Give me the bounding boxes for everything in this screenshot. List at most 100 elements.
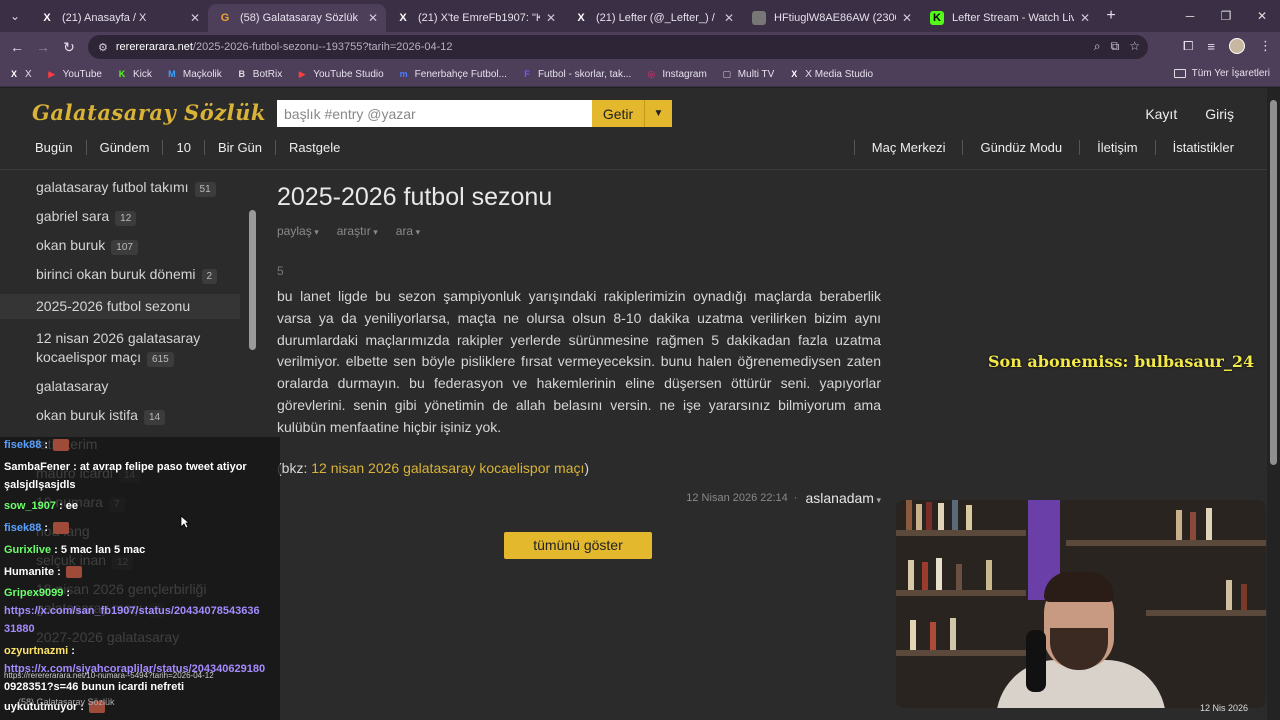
sidebar-topic-item[interactable]: galatasaray futbol takımı 51 xyxy=(0,178,240,197)
close-icon[interactable]: ✕ xyxy=(190,11,200,25)
back-button[interactable]: ← xyxy=(4,34,30,60)
sidebar-topic-item[interactable]: 12 nisan 2026 galatasaray kocaelispor ma… xyxy=(0,329,240,367)
bookmark-item[interactable]: m Fenerbahçe Futbol... xyxy=(398,68,507,80)
entry-text: bu lanet ligde bu sezon şampiyonluk yarı… xyxy=(277,288,881,435)
site-info-icon[interactable]: ⚙ xyxy=(98,41,108,54)
sidebar-scrollbar[interactable] xyxy=(249,210,256,350)
chat-username[interactable]: Humanite xyxy=(4,566,54,578)
close-icon[interactable]: ✕ xyxy=(902,11,912,25)
secondary-nav-link[interactable]: Maç Merkezi xyxy=(853,140,963,155)
entry-number[interactable]: 5 xyxy=(277,264,881,278)
bookmark-favicon-icon: K xyxy=(118,69,126,79)
sidebar-topic-item[interactable]: 2025-2026 futbol sezonu xyxy=(0,294,240,319)
main-nav-link[interactable]: Rastgele xyxy=(276,140,353,155)
browser-tab[interactable]: X (21) X'te EmreFb1907: "Karma'y ✕ xyxy=(386,4,564,32)
more-menu-icon[interactable]: ⋮ xyxy=(1259,38,1272,54)
sidebar-topic-item[interactable]: okan buruk 107 xyxy=(0,236,240,255)
sidebar-topic-item[interactable]: gabriel sara 12 xyxy=(0,207,240,226)
search-options-dropdown[interactable]: ▼ xyxy=(644,100,672,127)
bkz-prefix: (bkz: xyxy=(277,459,312,476)
bookmark-item[interactable]: ▶ YouTube xyxy=(46,68,102,80)
minimize-icon[interactable]: ─ xyxy=(1172,0,1208,32)
profile-avatar[interactable] xyxy=(1229,38,1245,54)
chat-username[interactable]: fisek88 xyxy=(4,522,41,534)
chat-username[interactable]: sow_1907 xyxy=(4,500,56,512)
chat-username[interactable]: ozyurtnazmi xyxy=(4,645,68,657)
book xyxy=(950,618,956,650)
galatasaray-sozluk-favicon-icon: G xyxy=(220,12,230,24)
close-icon[interactable]: ✕ xyxy=(724,11,734,25)
chat-username[interactable]: SambaFener xyxy=(4,461,70,473)
chat-username[interactable]: fisek88 xyxy=(4,439,41,451)
topic-title[interactable]: 2025-2026 futbol sezonu xyxy=(277,183,881,212)
bookmark-item[interactable]: F Futbol - skorlar, tak... xyxy=(521,68,631,80)
search-button[interactable]: Getir xyxy=(592,100,644,127)
browser-tab[interactable]: X (21) Anasayfa / X ✕ xyxy=(30,4,208,32)
bookmark-item[interactable]: B BotRix xyxy=(236,68,283,80)
close-icon[interactable]: ✕ xyxy=(368,11,378,25)
share-dropdown[interactable]: paylaş xyxy=(277,224,319,238)
book xyxy=(1226,580,1232,610)
secondary-nav: Maç Merkezi Gündüz Modu İletişim İstatistik… xyxy=(853,140,1246,155)
browser-tab-active[interactable]: G (58) Galatasaray Sözlük ✕ xyxy=(208,4,386,32)
restore-icon[interactable]: ❐ xyxy=(1208,0,1244,32)
bookmark-item[interactable]: ◎ Instagram xyxy=(645,68,706,80)
main-nav-link[interactable]: Bugün xyxy=(22,140,87,155)
search-in-topic-dropdown[interactable]: ara xyxy=(396,224,420,238)
install-app-icon[interactable]: ⧉ xyxy=(1111,39,1120,54)
browser-tab[interactable]: X (21) Lefter (@_Lefter_) / X ✕ xyxy=(564,4,742,32)
chat-username[interactable]: Gripex9099 xyxy=(4,587,63,599)
all-bookmarks-button[interactable]: Tüm Yer İşaretleri xyxy=(1173,68,1270,79)
secondary-nav-link[interactable]: Gündüz Modu xyxy=(962,140,1079,155)
bookmark-item[interactable]: ▶ YouTube Studio xyxy=(296,68,384,80)
reload-button[interactable]: ↻ xyxy=(56,34,82,60)
chat-username[interactable]: Gurixlive xyxy=(4,544,51,556)
browser-tab[interactable]: HFtiuglW8AE86AW (2300×1800 ✕ xyxy=(742,4,920,32)
search-input[interactable] xyxy=(277,100,592,127)
secondary-nav-link[interactable]: İstatistikler xyxy=(1154,140,1246,155)
site-logo[interactable]: Galatasaray Sözlük xyxy=(32,100,266,125)
bookmark-favicon-icon: m xyxy=(399,69,408,79)
bookmark-item[interactable]: X X Media Studio xyxy=(788,68,873,80)
book xyxy=(926,502,932,530)
main-nav-link[interactable]: Bir Gün xyxy=(205,140,277,155)
entry-author[interactable]: aslanadam xyxy=(805,490,881,506)
bookmark-star-icon[interactable]: ☆ xyxy=(1129,39,1140,54)
close-window-icon[interactable]: ✕ xyxy=(1244,0,1280,32)
chat-link[interactable]: 31880 xyxy=(4,623,35,635)
show-all-button[interactable]: tümünü göster xyxy=(504,531,652,559)
chat-message: sow_1907 : ee xyxy=(4,500,78,512)
zoom-icon[interactable]: ⌕ xyxy=(1094,39,1101,54)
bookmark-label: Fenerbahçe Futbol... xyxy=(414,68,507,80)
sidebar-topic-item[interactable]: okan buruk istifa 14 xyxy=(0,406,240,425)
close-icon[interactable]: ✕ xyxy=(1080,11,1090,25)
entry-date[interactable]: 12 Nisan 2026 22:14 xyxy=(686,492,788,504)
bookmark-item[interactable]: M Maçkolik xyxy=(166,68,222,80)
sidebar-topic-item[interactable]: birinci okan buruk dönemi 2 xyxy=(0,265,240,284)
chat-text: 5 mac lan 5 mac xyxy=(60,544,146,556)
close-icon[interactable]: ✕ xyxy=(546,11,556,25)
new-tab-button[interactable]: + xyxy=(1098,7,1124,25)
register-link[interactable]: Kayıt xyxy=(1145,106,1177,122)
extensions-icon[interactable]: ⧠ xyxy=(1183,38,1193,54)
media-control-icon[interactable]: ≡ xyxy=(1207,39,1215,54)
bookmark-item[interactable]: ▢ Multi TV xyxy=(721,68,775,80)
bkz-link[interactable]: 12 nisan 2026 galatasaray kocaelispor ma… xyxy=(311,460,584,476)
chat-link[interactable]: https://x.com/san_fb1907/status/20434078… xyxy=(4,605,260,617)
tab-search-icon[interactable]: ⌄ xyxy=(0,0,30,32)
bookshelf-board xyxy=(896,530,1026,536)
research-dropdown[interactable]: araştır xyxy=(337,224,378,238)
main-nav-link[interactable]: Gündem xyxy=(87,140,164,155)
bookmark-item[interactable]: K Kick xyxy=(116,68,152,80)
page-scrollbar-thumb[interactable] xyxy=(1270,100,1277,465)
browser-tabbar: ⌄ X (21) Anasayfa / X ✕ G (58) Galatasar… xyxy=(0,0,1280,32)
address-bar[interactable]: ⚙ rerererarara.net/2025-2026-futbol-sezo… xyxy=(88,35,1148,59)
main-nav-link[interactable]: 10 xyxy=(163,140,205,155)
forward-button[interactable]: → xyxy=(30,34,56,60)
bookmark-item[interactable]: XX xyxy=(8,68,32,80)
secondary-nav-link[interactable]: İletişim xyxy=(1079,140,1154,155)
sidebar-topic-item[interactable]: galatasaray xyxy=(0,377,240,396)
login-link[interactable]: Giriş xyxy=(1205,106,1234,122)
browser-toolbar: ← → ↻ ⚙ rerererarara.net/2025-2026-futbo… xyxy=(0,32,1280,62)
browser-tab[interactable]: K Lefter Stream - Watch Live on K ✕ xyxy=(920,4,1098,32)
